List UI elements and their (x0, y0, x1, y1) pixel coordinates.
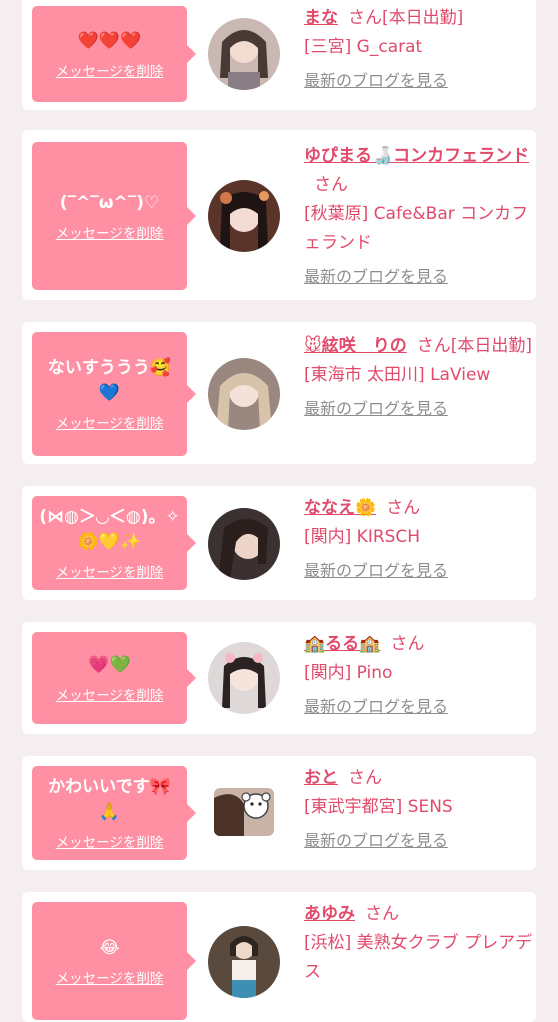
avatar[interactable] (214, 788, 274, 836)
cast-name-link[interactable]: 🐭絃咲 りの (304, 336, 407, 356)
avatar[interactable] (208, 18, 280, 90)
message-text: 💗💚 (88, 654, 131, 675)
cast-info: 🏫るる🏫 さん [関内] Pino 最新のブログを見る (304, 630, 534, 722)
cast-name-link[interactable]: ゆぴまる🍶コンカフェランド (304, 146, 529, 166)
message-list: ❤️❤️❤️ メッセージを削除 まな さん[本日出勤] [三宮] G_carat … (0, 0, 558, 1022)
latest-blog-link[interactable]: 最新のブログを見る (304, 262, 448, 291)
cast-name-link[interactable]: ななえ🌼 (304, 498, 376, 518)
message-text: 😂 (99, 937, 120, 958)
message-card: (‾^‾ω^‾)♡ メッセージを削除 ゆぴまる🍶コンカフェランドさん [秋葉原]… (22, 130, 536, 300)
message-bubble: ❤️❤️❤️ メッセージを削除 (32, 6, 196, 102)
delete-message-button[interactable]: メッセージを削除 (56, 967, 164, 987)
message-bubble: (⋈◍＞◡＜◍)。✧🌼💛✨ メッセージを削除 (32, 496, 196, 590)
shop-name: [東海市 太田川] LaView (304, 365, 491, 385)
delete-message-button[interactable]: メッセージを削除 (56, 561, 164, 581)
message-text: (⋈◍＞◡＜◍)。✧🌼💛✨ (39, 507, 180, 552)
message-card: 💗💚 メッセージを削除 🏫るる🏫 さん [関内] Pino 最新のブログを見る (22, 622, 536, 734)
avatar[interactable] (208, 508, 280, 580)
cast-suffix: さん[本日出勤] (348, 8, 464, 28)
cast-suffix: さん (365, 904, 399, 924)
latest-blog-link[interactable]: 最新のブログを見る (304, 394, 448, 423)
message-card: 😂 メッセージを削除 あゆみ さん [浜松] 美熟女クラブ プレアデス (22, 892, 536, 1022)
cast-suffix: さん (348, 768, 382, 788)
cast-suffix: さん (386, 498, 421, 518)
delete-message-button[interactable]: メッセージを削除 (56, 412, 164, 432)
message-bubble: 💗💚 メッセージを削除 (32, 632, 196, 724)
latest-blog-link[interactable]: 最新のブログを見る (304, 692, 448, 721)
message-card: ❤️❤️❤️ メッセージを削除 まな さん[本日出勤] [三宮] G_carat … (22, 0, 536, 110)
cast-name-link[interactable]: おと (304, 768, 338, 788)
avatar[interactable] (208, 926, 280, 998)
message-text: ❤️❤️❤️ (77, 30, 142, 51)
delete-message-button[interactable]: メッセージを削除 (56, 684, 164, 704)
cast-suffix: さん (390, 634, 425, 654)
delete-message-button[interactable]: メッセージを削除 (56, 60, 164, 80)
cast-info: あゆみ さん [浜松] 美熟女クラブ プレアデス (304, 900, 534, 987)
latest-blog-link[interactable]: 最新のブログを見る (304, 556, 448, 585)
cast-info: 🐭絃咲 りの さん[本日出勤] [東海市 太田川] LaView 最新のブログを見… (304, 332, 534, 424)
message-bubble: (‾^‾ω^‾)♡ メッセージを削除 (32, 142, 196, 290)
message-text: ないすううう🥰💙 (47, 358, 172, 403)
cast-info: まな さん[本日出勤] [三宮] G_carat 最新のブログを見る (304, 4, 534, 96)
cast-info: おと さん [東武宇都宮] SENS 最新のブログを見る (304, 764, 534, 856)
shop-name: [関内] KIRSCH (304, 527, 421, 547)
cast-info: ゆぴまる🍶コンカフェランドさん [秋葉原] Cafe&Bar コンカフェランド … (304, 142, 534, 292)
message-bubble: 😂 メッセージを削除 (32, 902, 196, 1020)
cast-name-link[interactable]: あゆみ (304, 904, 355, 924)
cast-suffix: さん[本日出勤] (416, 336, 532, 356)
cast-info: ななえ🌼 さん [関内] KIRSCH 最新のブログを見る (304, 494, 534, 586)
message-card: かわいいです🎀🙏 メッセージを削除 おと さん [東武宇都宮] SENS 最新のブ… (22, 756, 536, 870)
message-card: (⋈◍＞◡＜◍)。✧🌼💛✨ メッセージを削除 ななえ🌼 さん [関内] KIRSC… (22, 486, 536, 600)
avatar[interactable] (208, 180, 280, 252)
latest-blog-link[interactable]: 最新のブログを見る (304, 66, 448, 95)
message-text: かわいいです🎀🙏 (48, 777, 171, 822)
message-card: ないすううう🥰💙 メッセージを削除 🐭絃咲 りの さん[本日出勤] [東海市 太田… (22, 322, 536, 464)
delete-message-button[interactable]: メッセージを削除 (56, 222, 164, 242)
shop-name: [浜松] 美熟女クラブ プレアデス (304, 933, 533, 982)
message-bubble: ないすううう🥰💙 メッセージを削除 (32, 332, 196, 456)
cast-name-link[interactable]: 🏫るる🏫 (304, 634, 380, 654)
message-bubble: かわいいです🎀🙏 メッセージを削除 (32, 766, 196, 860)
message-text: (‾^‾ω^‾)♡ (59, 192, 160, 213)
cast-name-link[interactable]: まな (304, 8, 338, 28)
shop-name: [東武宇都宮] SENS (304, 797, 453, 817)
latest-blog-link[interactable]: 最新のブログを見る (304, 826, 448, 855)
shop-name: [秋葉原] Cafe&Bar コンカフェランド (304, 204, 529, 253)
delete-message-button[interactable]: メッセージを削除 (56, 831, 164, 851)
avatar[interactable] (208, 642, 280, 714)
shop-name: [三宮] G_carat (304, 37, 423, 57)
shop-name: [関内] Pino (304, 663, 393, 683)
cast-suffix: さん (314, 175, 348, 195)
avatar[interactable] (208, 358, 280, 430)
